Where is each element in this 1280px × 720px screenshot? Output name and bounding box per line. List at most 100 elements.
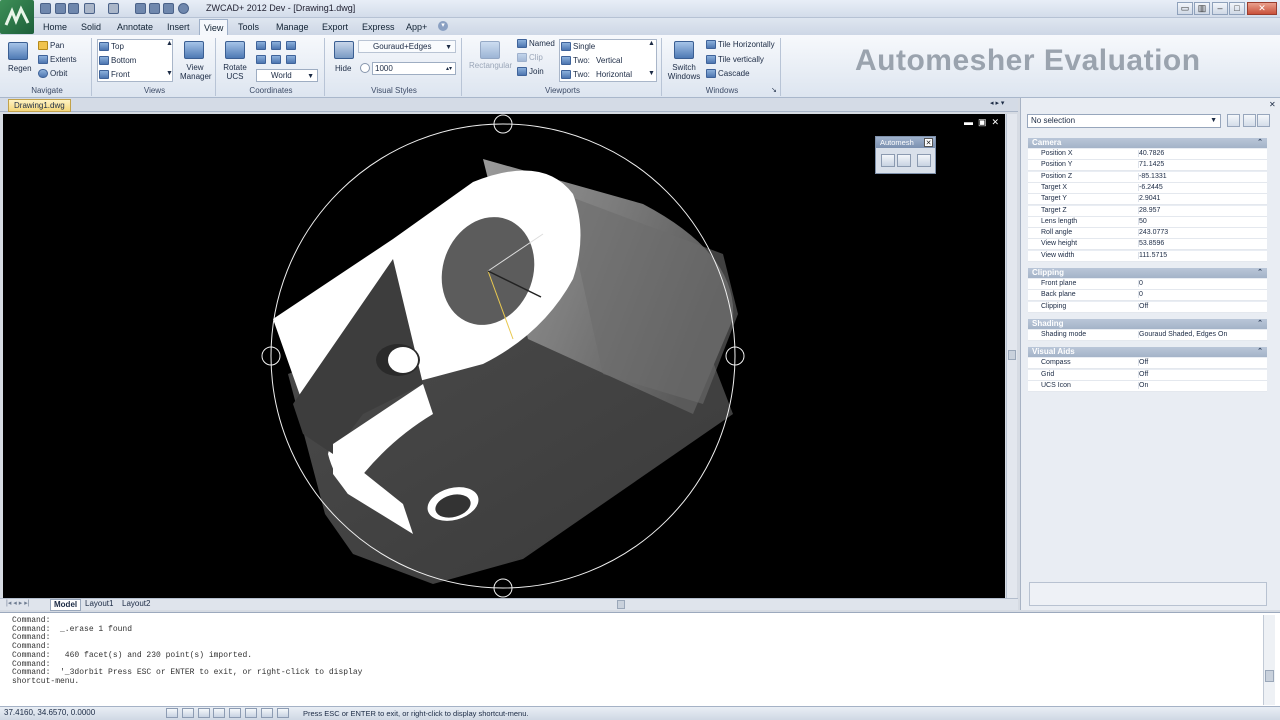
view-top[interactable]: Top — [111, 42, 124, 51]
lineweight-toggle-icon[interactable] — [261, 708, 273, 718]
front-view-icon[interactable] — [99, 70, 109, 79]
snap-toggle-icon[interactable] — [166, 708, 178, 718]
property-value[interactable]: 53.8596 — [1138, 240, 1164, 248]
facet-input[interactable]: 1000 ▴▾ — [372, 62, 456, 75]
tab-express[interactable]: Express — [358, 19, 399, 36]
quick-select-icon[interactable] — [1257, 114, 1270, 127]
property-value[interactable]: 40.7826 — [1138, 150, 1164, 157]
osnap-toggle-icon[interactable] — [229, 708, 241, 718]
vscroll-thumb[interactable] — [1008, 350, 1016, 360]
property-value[interactable]: 28.957 — [1138, 206, 1160, 214]
property-row[interactable]: Target X -6.2445 — [1028, 182, 1267, 194]
mini-window-icon[interactable]: ▭ — [1177, 2, 1193, 15]
mesh-settings-icon[interactable] — [917, 154, 931, 167]
mesh-import-icon[interactable] — [881, 154, 895, 167]
top-view-icon[interactable] — [99, 42, 109, 51]
facet-radio[interactable] — [360, 63, 370, 73]
join-icon[interactable] — [517, 67, 527, 76]
viewport-two-vertical[interactable]: Vertical — [596, 56, 622, 65]
two-vertical-icon[interactable] — [561, 56, 571, 65]
tab-annotate[interactable]: Annotate — [113, 19, 157, 36]
viewports-scroll-down-icon[interactable]: ▼ — [648, 70, 655, 77]
visual-style-select[interactable]: Gouraud+Edges ▼ — [358, 40, 456, 53]
property-value[interactable]: 243.0773 — [1138, 229, 1168, 237]
close-icon[interactable]: ✕ — [924, 138, 933, 147]
clip-button[interactable]: Clip — [529, 53, 543, 62]
command-scrollbar[interactable] — [1263, 615, 1275, 705]
join-button[interactable]: Join — [529, 67, 544, 76]
switch-windows-icon[interactable] — [674, 41, 694, 59]
cascade-button[interactable]: Cascade — [718, 69, 750, 78]
tab-home[interactable]: Home — [39, 19, 71, 36]
tab-app-plus[interactable]: App+ — [402, 19, 431, 36]
tile-horizontally-button[interactable]: Tile Horizontally — [718, 40, 775, 49]
tile-vertically-icon[interactable] — [706, 55, 716, 64]
view-manager-icon[interactable] — [184, 41, 204, 59]
help-icon[interactable] — [178, 3, 189, 14]
property-value[interactable]: -6.2445 — [1138, 183, 1163, 191]
property-value[interactable]: On — [1138, 381, 1148, 389]
ortho-toggle-icon[interactable] — [198, 708, 210, 718]
property-row[interactable]: Back plane 0 — [1028, 290, 1267, 302]
viewport-single[interactable]: Single — [573, 42, 595, 51]
property-value[interactable]: 71.1425 — [1138, 161, 1164, 169]
windows-dialog-launcher-icon[interactable]: ↘ — [771, 86, 777, 94]
collapse-icon[interactable]: ⌃ — [1257, 138, 1263, 148]
views-scroll-up-icon[interactable]: ▲ — [166, 40, 173, 47]
open-file-icon[interactable] — [55, 3, 66, 14]
collapse-icon[interactable]: ⌃ — [1257, 268, 1263, 278]
property-row[interactable]: Position X 40.7826 — [1028, 149, 1267, 160]
print-icon[interactable] — [149, 3, 160, 14]
pan-icon[interactable] — [38, 41, 48, 50]
tab-export[interactable]: Export — [318, 19, 352, 36]
property-row[interactable]: Target Y 2.9041 — [1028, 194, 1267, 206]
two-horizontal-icon[interactable] — [561, 70, 571, 79]
extents-icon[interactable] — [38, 55, 48, 64]
copy-icon[interactable] — [135, 3, 146, 14]
layout-tab-layout2[interactable]: Layout2 — [119, 599, 153, 609]
close-icon[interactable]: ✕ — [1269, 100, 1276, 109]
spinner-icon[interactable]: ▴▾ — [446, 64, 452, 75]
orbit-icon[interactable] — [38, 69, 48, 78]
viewport-window-controls[interactable]: ▬▣✕ — [964, 117, 1004, 128]
layout-nav-arrows-icon[interactable]: |◂ ◂ ▸ ▸| — [6, 599, 30, 607]
views-scroll-down-icon[interactable]: ▼ — [166, 70, 173, 77]
ucs-select[interactable]: World ▼ — [256, 69, 318, 82]
property-row[interactable]: Clipping Off — [1028, 301, 1267, 313]
viewport-two-horizontal[interactable]: Horizontal — [596, 70, 632, 79]
regen-icon[interactable] — [8, 42, 28, 60]
polar-toggle-icon[interactable] — [213, 708, 225, 718]
ucs-x-icon[interactable] — [256, 41, 266, 50]
tile-horizontally-icon[interactable] — [706, 40, 716, 49]
property-section-header[interactable]: Shading ⌃ — [1028, 318, 1267, 329]
new-file-icon[interactable] — [40, 3, 51, 14]
property-row[interactable]: Position Z -85.1331 — [1028, 171, 1267, 183]
selection-select[interactable]: No selection ▼ — [1027, 114, 1221, 128]
rectangular-button[interactable]: Rectangular — [469, 61, 512, 70]
property-row[interactable]: Position Y 71.1425 — [1028, 160, 1267, 172]
minimize-button[interactable]: – — [1212, 2, 1228, 15]
switch-windows-button[interactable]: Switch Windows — [666, 63, 702, 81]
property-value[interactable]: Off — [1138, 359, 1148, 367]
extents-button[interactable]: Extents — [50, 55, 77, 64]
automesh-toolbar[interactable]: Automesh ✕ — [875, 136, 936, 174]
select-objects-icon[interactable] — [1243, 114, 1256, 127]
redo-icon[interactable] — [108, 3, 119, 14]
viewport-two-horizontal-prefix[interactable]: Two: — [573, 70, 590, 79]
property-section-header[interactable]: Camera ⌃ — [1028, 138, 1267, 148]
rotate-ucs-icon[interactable] — [225, 41, 245, 59]
property-value[interactable]: 50 — [1138, 217, 1147, 225]
hide-button[interactable]: Hide — [335, 64, 351, 73]
property-value[interactable]: 0 — [1138, 291, 1143, 299]
tab-insert[interactable]: Insert — [163, 19, 194, 36]
drawing-viewport[interactable] — [3, 114, 1005, 598]
pan-button[interactable]: Pan — [50, 41, 64, 50]
layout-tab-layout1[interactable]: Layout1 — [82, 599, 116, 609]
otrack-toggle-icon[interactable] — [245, 708, 257, 718]
hscroll-thumb[interactable] — [617, 600, 625, 609]
property-value[interactable]: Gouraud Shaded, Edges On — [1138, 330, 1227, 338]
property-value[interactable]: -85.1331 — [1138, 172, 1167, 180]
save-icon[interactable] — [68, 3, 79, 14]
property-value[interactable]: 2.9041 — [1138, 195, 1160, 203]
tab-view[interactable]: View — [199, 19, 229, 36]
